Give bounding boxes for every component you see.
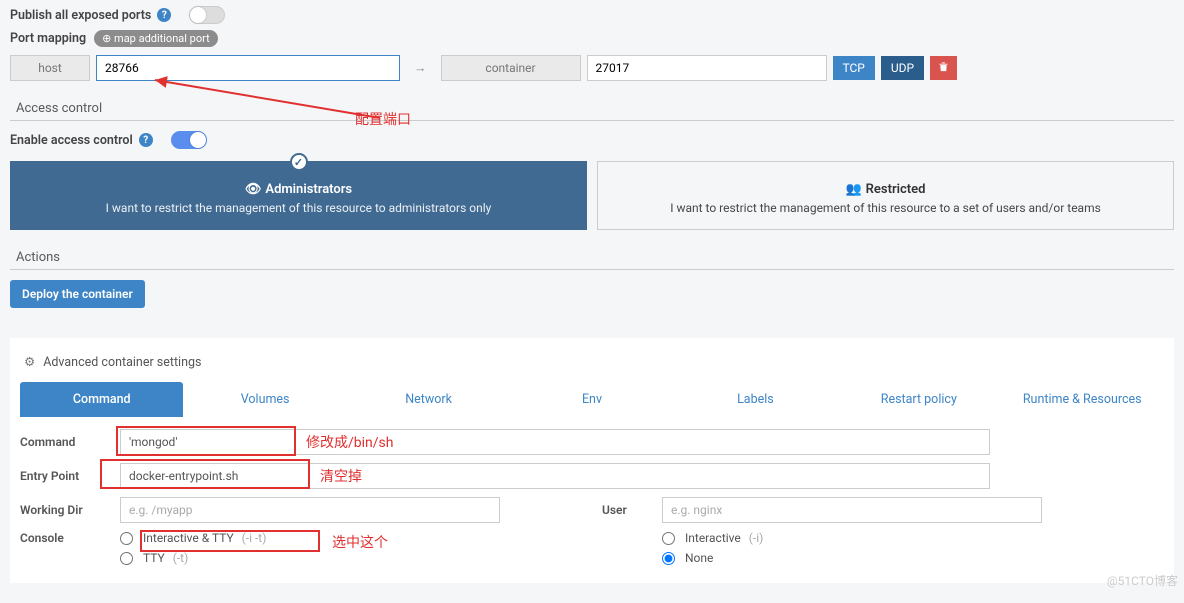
add-port-button[interactable]: ⊕ map additional port	[94, 30, 218, 47]
tab-env[interactable]: Env	[510, 382, 673, 417]
restricted-panel[interactable]: 👥 Restricted I want to restrict the manag…	[597, 161, 1174, 230]
console-interactive-radio[interactable]: Interactive (-i)	[662, 531, 763, 545]
eye-slash-icon: 👁	[245, 182, 262, 197]
tab-volumes[interactable]: Volumes	[183, 382, 346, 417]
gear-icon: ⚙	[24, 354, 35, 370]
console-tty-radio[interactable]: TTY (-t)	[120, 551, 266, 565]
enable-access-toggle[interactable]	[171, 131, 207, 149]
console-none-radio[interactable]: None	[662, 551, 763, 565]
port-mapping-label: Port mapping	[10, 31, 86, 46]
check-icon: ✓	[290, 153, 308, 171]
host-port-input[interactable]	[96, 55, 400, 81]
watermark: @51CTO博客	[1107, 572, 1178, 589]
console-both-hint: (-i -t)	[242, 531, 267, 545]
console-interactive-hint: (-i)	[749, 531, 764, 545]
help-icon[interactable]: ?	[139, 133, 153, 147]
advanced-title: Advanced container settings	[43, 355, 201, 370]
help-icon[interactable]: ?	[157, 8, 171, 22]
arrow-icon: →	[406, 61, 435, 76]
tab-runtime[interactable]: Runtime & Resources	[1001, 382, 1164, 417]
console-none-text: None	[685, 551, 713, 565]
console-both-radio[interactable]: Interactive & TTY (-i -t)	[120, 531, 266, 545]
trash-icon	[938, 61, 949, 72]
admin-subtitle: I want to restrict the management of thi…	[21, 201, 576, 215]
tab-network[interactable]: Network	[347, 382, 510, 417]
console-label: Console	[20, 531, 120, 545]
entrypoint-label: Entry Point	[20, 469, 120, 483]
tab-command[interactable]: Command	[20, 382, 183, 417]
actions-section: Actions	[10, 246, 1174, 270]
admin-title: Administrators	[265, 182, 352, 197]
publish-ports-label: Publish all exposed ports	[10, 8, 151, 23]
command-input[interactable]	[120, 429, 990, 455]
publish-ports-toggle[interactable]	[189, 6, 225, 24]
users-icon: 👥	[845, 182, 861, 197]
administrators-panel[interactable]: ✓ 👁Administrators I want to restrict the…	[10, 161, 587, 230]
user-input[interactable]	[662, 497, 1042, 523]
container-addon: container	[441, 55, 581, 81]
host-addon: host	[10, 55, 90, 81]
container-port-input[interactable]	[587, 55, 827, 81]
entrypoint-input[interactable]	[120, 463, 990, 489]
enable-access-label: Enable access control	[10, 133, 133, 148]
restricted-subtitle: I want to restrict the management of thi…	[608, 201, 1163, 215]
udp-button[interactable]: UDP	[881, 56, 924, 80]
port-mapping-row: host → container TCP UDP	[10, 55, 1174, 81]
command-label: Command	[20, 435, 120, 449]
console-tty-hint: (-t)	[173, 551, 189, 565]
tab-labels[interactable]: Labels	[674, 382, 837, 417]
delete-port-button[interactable]	[930, 56, 957, 80]
settings-tabs: Command Volumes Network Env Labels Resta…	[20, 382, 1164, 417]
tab-restart-policy[interactable]: Restart policy	[837, 382, 1000, 417]
user-label: User	[602, 503, 662, 517]
console-tty-text: TTY	[143, 551, 165, 565]
workdir-label: Working Dir	[20, 503, 120, 517]
access-control-section: Access control	[10, 97, 1174, 121]
console-both-text: Interactive & TTY	[143, 531, 234, 545]
console-interactive-text: Interactive	[685, 531, 741, 545]
deploy-button[interactable]: Deploy the container	[10, 280, 145, 308]
restricted-title: Restricted	[866, 182, 926, 197]
workdir-input[interactable]	[120, 497, 500, 523]
tcp-button[interactable]: TCP	[833, 56, 875, 80]
